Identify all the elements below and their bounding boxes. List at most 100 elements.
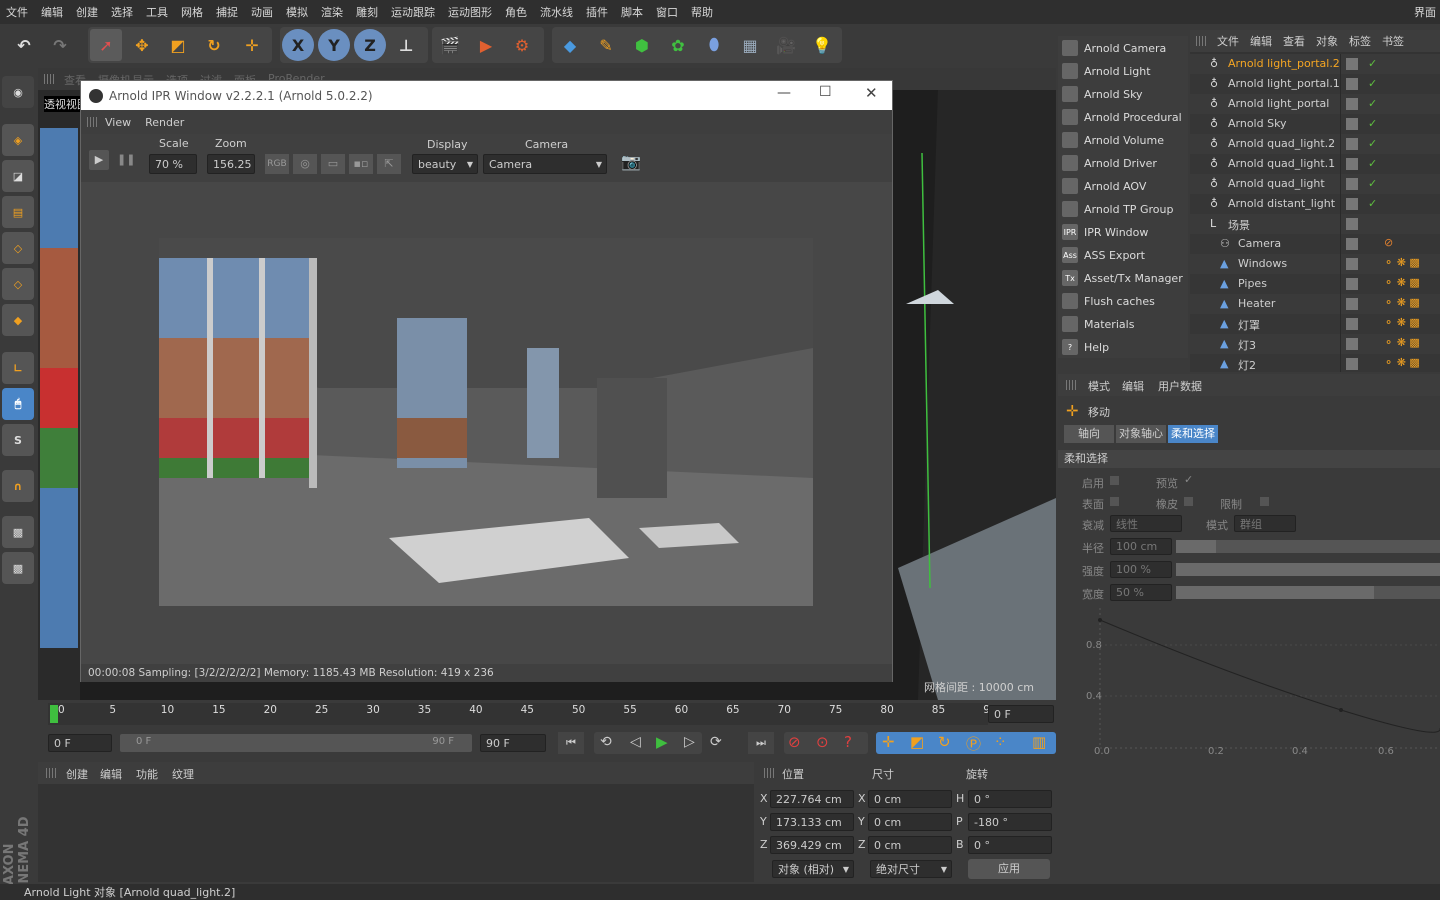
make-editable-icon[interactable]: ◉: [2, 76, 34, 108]
menu-item-13[interactable]: 角色: [505, 4, 527, 20]
object-row[interactable]: ♁ Arnold light_portal.2 ✓: [1190, 54, 1440, 74]
object-row[interactable]: ▲ 灯2 ⚬ ❋ ▩: [1190, 354, 1440, 374]
tab-axis[interactable]: 轴向: [1064, 425, 1114, 443]
magnet-icon[interactable]: ∩: [2, 470, 34, 502]
go-to-start-icon[interactable]: ⏮: [558, 732, 584, 754]
redo-icon[interactable]: ↷: [44, 29, 76, 61]
timeline-icon[interactable]: ▥: [1032, 733, 1046, 751]
material-tag-icon[interactable]: ⚬ ❋ ▩: [1384, 256, 1420, 269]
object-row[interactable]: ▲ Pipes ⚬ ❋ ▩: [1190, 274, 1440, 294]
objmgr-menu-1[interactable]: 编辑: [1250, 33, 1272, 49]
object-row[interactable]: ♁ Arnold quad_light ✓: [1190, 174, 1440, 194]
render-to-picture-viewer-icon[interactable]: ▶: [470, 29, 502, 61]
position-field[interactable]: 173.133 cm: [770, 813, 854, 831]
play-icon[interactable]: ▶: [89, 150, 109, 170]
end-frame-field[interactable]: 90 F: [480, 734, 546, 752]
objmgr-menu-0[interactable]: 文件: [1217, 33, 1239, 49]
object-row[interactable]: L 场景: [1190, 214, 1440, 234]
menu-item-11[interactable]: 运动跟踪: [391, 4, 435, 20]
keyframe-help-icon[interactable]: ?: [844, 733, 852, 751]
mat-menu-texture[interactable]: 纹理: [172, 766, 194, 782]
texture-mode-icon[interactable]: ◪: [2, 160, 34, 192]
menu-item-6[interactable]: 捕捉: [216, 4, 238, 20]
radius-slider[interactable]: [1176, 540, 1440, 553]
layer-icon[interactable]: [1346, 258, 1358, 270]
x-axis-icon[interactable]: X: [282, 29, 314, 61]
material-tag-icon[interactable]: ⚬ ❋ ▩: [1384, 316, 1420, 329]
play-icon[interactable]: ▶: [656, 733, 668, 751]
close-icon[interactable]: ✕: [865, 84, 878, 102]
prev-key-icon[interactable]: ⟲: [600, 734, 612, 750]
next-key-icon[interactable]: ⟳: [710, 734, 722, 750]
next-frame-icon[interactable]: ▷: [684, 734, 695, 750]
key-scale-icon[interactable]: ◩: [910, 733, 924, 751]
object-row[interactable]: ♁ Arnold light_portal ✓: [1190, 94, 1440, 114]
key-points-icon[interactable]: ⁘: [994, 733, 1007, 751]
select-arrow-icon[interactable]: ➚: [90, 29, 122, 61]
display-select[interactable]: beauty ▼: [412, 154, 478, 174]
scale-icon[interactable]: ◩: [162, 29, 194, 61]
mograph-icon[interactable]: ✿: [662, 29, 694, 61]
object-row[interactable]: ▲ Windows ⚬ ❋ ▩: [1190, 254, 1440, 274]
render-settings-icon[interactable]: ⚙: [506, 29, 538, 61]
planar-workplane-icon[interactable]: ▩: [2, 552, 34, 584]
go-to-end-icon[interactable]: ⏭: [748, 732, 774, 754]
object-row[interactable]: ♁ Arnold quad_light.2 ✓: [1190, 134, 1440, 154]
enabled-check-icon[interactable]: ✓: [1368, 137, 1377, 150]
size-field[interactable]: 0 cm: [868, 836, 952, 854]
zoom-field[interactable]: 156.25: [207, 154, 255, 174]
tab-soft-selection[interactable]: 柔和选择: [1168, 425, 1218, 443]
menu-item-18[interactable]: 帮助: [691, 4, 713, 20]
floor-icon[interactable]: ▦: [734, 29, 766, 61]
menu-item-12[interactable]: 运动图形: [448, 4, 492, 20]
current-frame-field[interactable]: 0 F: [988, 705, 1054, 723]
coord-mode-select[interactable]: 对象 (相对) ▼: [772, 860, 854, 878]
autokey-icon[interactable]: ⊙: [816, 733, 829, 751]
arnold-menu-item[interactable]: Arnold TP Group: [1060, 198, 1186, 220]
object-row[interactable]: ♁ Arnold Sky ✓: [1190, 114, 1440, 134]
mat-menu-create[interactable]: 创建: [66, 766, 88, 782]
size-field[interactable]: 0 cm: [868, 790, 952, 808]
arnold-menu-item[interactable]: Tx Asset/Tx Manager: [1060, 267, 1186, 289]
cube-icon[interactable]: ◆: [554, 29, 586, 61]
undo-icon[interactable]: ↶: [8, 29, 40, 61]
camera-icon[interactable]: 🎥: [770, 29, 802, 61]
layer-icon[interactable]: [1346, 178, 1358, 190]
object-row[interactable]: ▲ 灯罩 ⚬ ❋ ▩: [1190, 314, 1440, 334]
position-field[interactable]: 227.764 cm: [770, 790, 854, 808]
falloff-select[interactable]: 线性: [1110, 515, 1182, 532]
material-tag-icon[interactable]: ⚬ ❋ ▩: [1384, 296, 1420, 309]
ipr-menu-render[interactable]: Render: [145, 116, 184, 129]
rotation-field[interactable]: 0 °: [968, 836, 1052, 854]
enabled-check-icon[interactable]: ✓: [1368, 177, 1377, 190]
compare-icon[interactable]: ▪▫: [349, 154, 373, 174]
transform-icon[interactable]: ✛: [236, 29, 268, 61]
layer-icon[interactable]: [1346, 118, 1358, 130]
menu-item-15[interactable]: 插件: [586, 4, 608, 20]
arnold-menu-item[interactable]: Arnold Sky: [1060, 83, 1186, 105]
attr-menu-mode[interactable]: 模式: [1088, 378, 1110, 394]
menu-item-0[interactable]: 文件: [6, 4, 28, 20]
attr-menu-edit[interactable]: 编辑: [1122, 378, 1144, 394]
layer-icon[interactable]: [1346, 58, 1358, 70]
strength-slider[interactable]: [1176, 563, 1440, 576]
menu-item-2[interactable]: 创建: [76, 4, 98, 20]
arnold-menu-item[interactable]: Arnold Driver: [1060, 152, 1186, 174]
layer-icon[interactable]: [1346, 238, 1358, 250]
arnold-menu-item[interactable]: Arnold Light: [1060, 60, 1186, 82]
mode-select[interactable]: 群组: [1234, 515, 1296, 532]
rotation-field[interactable]: -180 °: [968, 813, 1052, 831]
workplane-lock-icon[interactable]: ▩: [2, 516, 34, 548]
scale-field[interactable]: 70 %: [149, 154, 197, 174]
menu-item-1[interactable]: 编辑: [41, 4, 63, 20]
arnold-menu-item[interactable]: Arnold Volume: [1060, 129, 1186, 151]
objmgr-menu-3[interactable]: 对象: [1316, 33, 1338, 49]
enabled-check-icon[interactable]: ✓: [1368, 57, 1377, 70]
light-icon[interactable]: 💡: [806, 29, 838, 61]
object-row[interactable]: ▲ 灯3 ⚬ ❋ ▩: [1190, 334, 1440, 354]
size-field[interactable]: 0 cm: [868, 813, 952, 831]
menu-item-9[interactable]: 渲染: [321, 4, 343, 20]
arnold-menu-item[interactable]: Arnold Procedural: [1060, 106, 1186, 128]
layer-icon[interactable]: [1346, 338, 1358, 350]
layer-icon[interactable]: [1346, 138, 1358, 150]
